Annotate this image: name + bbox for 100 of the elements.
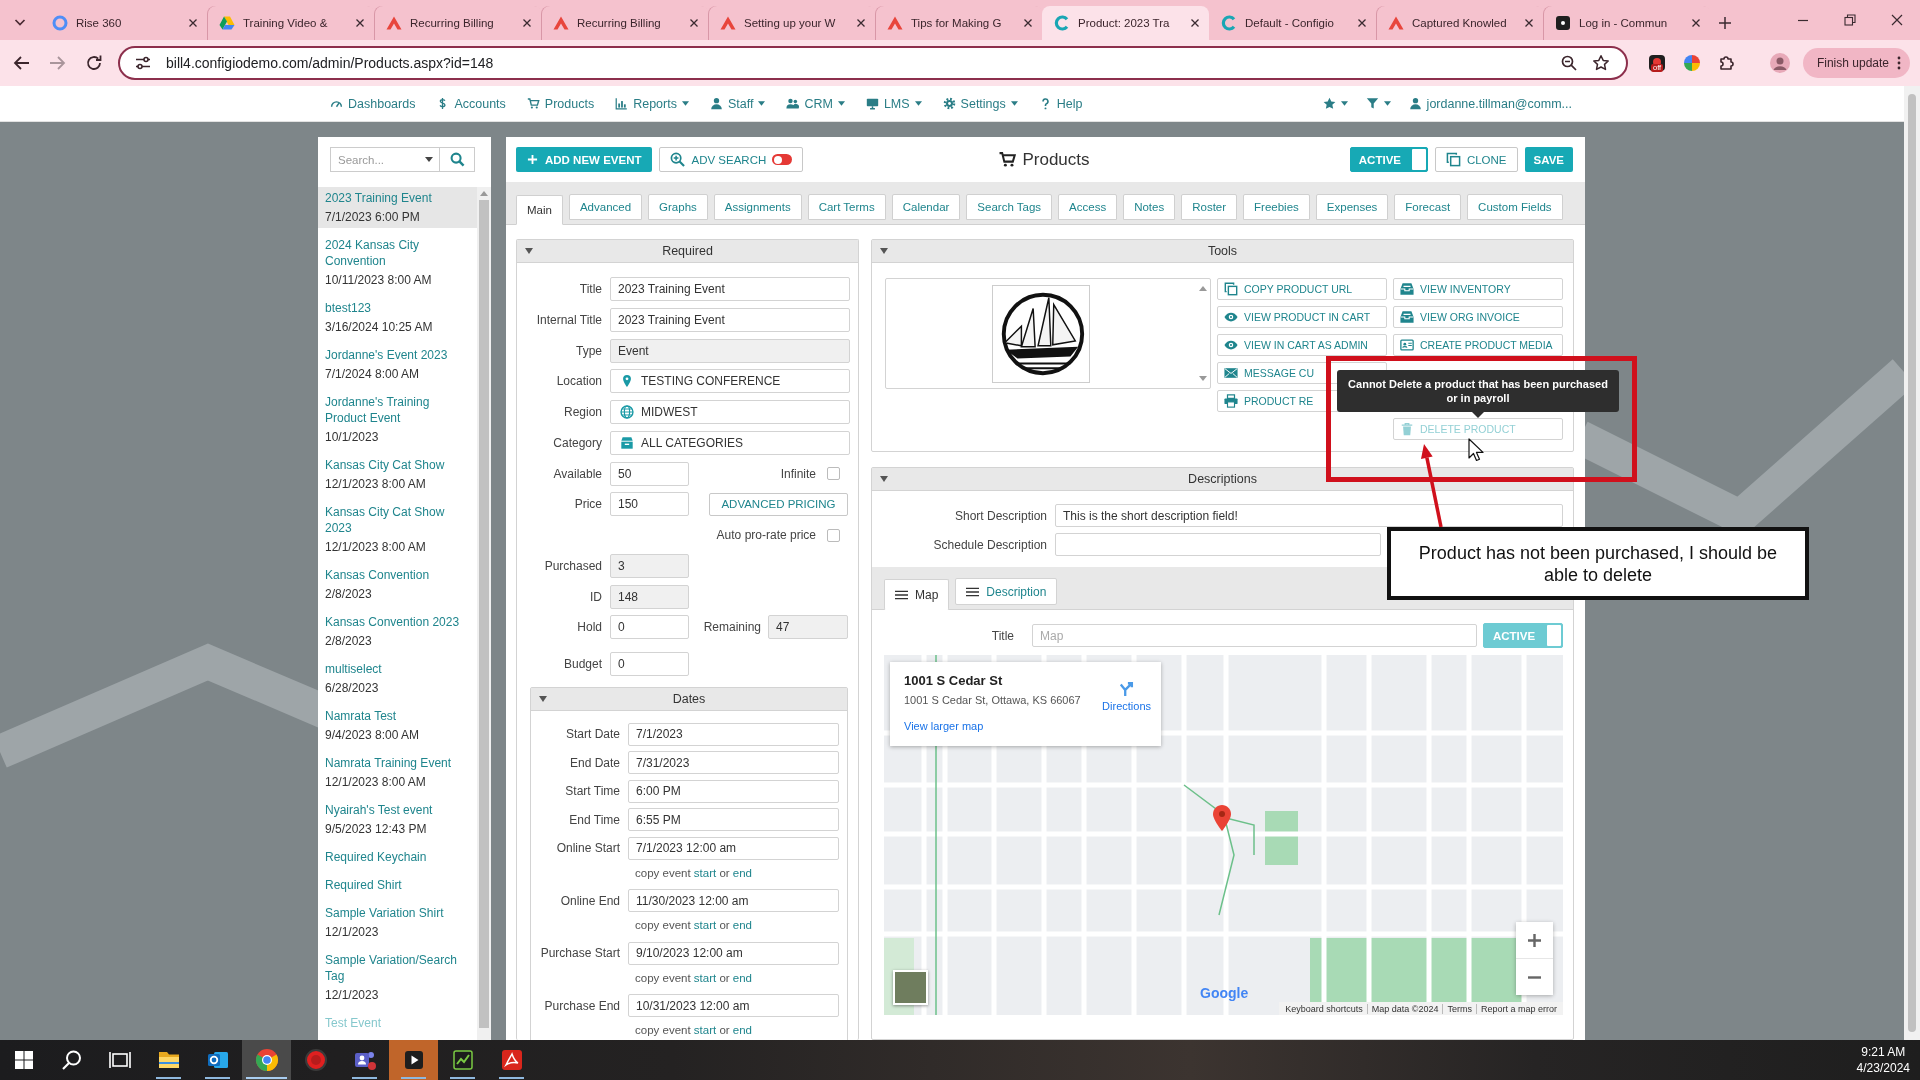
nav-link[interactable]: Help — [1038, 96, 1083, 111]
advanced-pricing-button[interactable]: ADVANCED PRICING — [709, 492, 848, 516]
picker-field[interactable]: TESTING CONFERENCE — [610, 369, 850, 394]
event-list-item[interactable]: 2023 Training Event 7/1/2023 6:00 PM — [318, 187, 477, 228]
date-field[interactable]: 6:00 PM — [628, 779, 839, 803]
finish-update-button[interactable]: Finish update — [1802, 48, 1910, 78]
number-field[interactable]: 0 — [610, 615, 689, 640]
editor-tab[interactable]: Advanced — [568, 194, 643, 220]
text-field[interactable]: Map — [1032, 624, 1477, 647]
avatar-icon[interactable] — [1770, 53, 1790, 73]
address-bar[interactable]: bill4.configiodemo.com/admin/Products.aspx?id=148 — [118, 46, 1628, 80]
date-field[interactable]: 7/31/2023 — [628, 751, 839, 775]
number-field[interactable]: 148 — [610, 584, 689, 609]
map-attribution-link[interactable]: Terms — [1442, 1003, 1476, 1014]
browser-tab[interactable]: Rise 360 — [40, 6, 207, 40]
tool-button[interactable]: CREATE PRODUCT MEDIA — [1393, 334, 1563, 356]
start-link[interactable]: start — [693, 866, 717, 879]
search-field[interactable]: Search... — [330, 147, 440, 172]
tool-button[interactable]: VIEW ORG INVOICE — [1393, 306, 1563, 328]
picker-field[interactable]: ALL CATEGORIES — [610, 430, 850, 455]
windows-start-icon[interactable] — [12, 1048, 36, 1072]
map-attribution-link[interactable]: Report a map error — [1475, 1003, 1561, 1014]
number-field[interactable]: 0 — [610, 652, 689, 676]
number-field[interactable]: 150 — [610, 492, 689, 517]
checkbox[interactable] — [827, 528, 840, 542]
caret-icon[interactable] — [425, 157, 433, 162]
event-list-item[interactable]: Kansas City Cat Show 12/1/2023 8:00 AM — [318, 454, 477, 495]
taskbar-app-button[interactable] — [242, 1040, 291, 1080]
browser-tab[interactable]: Product: 2023 Tra — [1042, 6, 1209, 40]
end-link[interactable]: end — [732, 866, 752, 879]
text-field[interactable]: This is the short description field! — [1055, 504, 1563, 527]
end-link[interactable]: end — [732, 919, 752, 932]
close-icon[interactable] — [1190, 18, 1200, 28]
event-list-item[interactable]: Kansas City Cat Show 2023 12/1/2023 8:00 AM — [318, 501, 477, 558]
editor-tab[interactable]: Cart Terms — [807, 194, 886, 220]
map-attribution-link[interactable]: Keyboard shortcuts — [1281, 1003, 1367, 1014]
tune-icon[interactable] — [134, 54, 152, 72]
nav-link[interactable]: Accounts — [436, 96, 506, 111]
text-field[interactable]: 2023 Training Event — [610, 307, 850, 332]
close-icon[interactable] — [856, 18, 866, 28]
close-icon[interactable] — [355, 18, 365, 28]
number-field[interactable]: 47 — [768, 615, 848, 640]
browser-tab[interactable]: Recurring Billing — [541, 6, 708, 40]
close-icon[interactable] — [188, 18, 198, 28]
editor-tab[interactable]: Expenses — [1315, 194, 1389, 220]
nav-link[interactable]: Settings — [942, 96, 1018, 111]
nav-link[interactable]: Reports — [615, 96, 689, 111]
start-link[interactable]: start — [693, 971, 717, 984]
browser-tab[interactable]: Training Video & — [207, 6, 374, 40]
clone-button[interactable]: CLONE — [1434, 147, 1518, 172]
content-tab[interactable]: Description — [955, 578, 1058, 605]
checkbox[interactable] — [827, 467, 840, 480]
close-icon[interactable] — [1023, 18, 1033, 28]
search-icon[interactable] — [60, 1048, 84, 1072]
text-field[interactable] — [1055, 533, 1381, 556]
number-field[interactable]: 50 — [610, 461, 689, 486]
picker-field[interactable]: MIDWEST — [610, 400, 850, 424]
scrollbar[interactable] — [1904, 86, 1920, 1040]
user-menu-link[interactable]: jordanne.tillman@comm... — [1408, 96, 1572, 111]
view-larger-map-link[interactable]: View larger map — [904, 720, 984, 732]
editor-tab[interactable]: Main — [516, 195, 563, 225]
nav-link[interactable]: CRM — [786, 96, 845, 111]
tool-button[interactable]: VIEW PRODUCT IN CART — [1217, 306, 1387, 328]
number-field[interactable]: 3 — [610, 553, 689, 578]
map-attribution-link[interactable]: Map data ©2024 — [1366, 1003, 1443, 1014]
reload-icon[interactable] — [84, 53, 104, 73]
collapse-caret-icon[interactable] — [539, 695, 547, 702]
event-list-item[interactable]: Namrata Test 9/4/2023 8:00 AM — [318, 705, 477, 746]
zoom-in-button[interactable] — [1516, 922, 1553, 958]
directions-link[interactable]: Directions — [1102, 681, 1151, 746]
new-tab-icon[interactable] — [1718, 16, 1732, 30]
satellite-thumbnail[interactable] — [893, 970, 928, 1005]
start-link[interactable]: start — [693, 1024, 717, 1037]
nav-link[interactable]: Dashboards — [330, 96, 416, 111]
editor-tab[interactable]: Forecast — [1394, 194, 1462, 220]
event-list-item[interactable]: Namrata Training Event 12/1/2023 8:00 AM — [318, 752, 477, 793]
editor-tab[interactable]: Freebies — [1243, 194, 1310, 220]
toggle-icon[interactable] — [772, 154, 793, 165]
event-list-item[interactable]: Sample Variation/Search Tag 12/1/2023 — [318, 949, 477, 1006]
browser-tab[interactable]: Setting up your W — [708, 6, 875, 40]
event-list-item[interactable]: btest123 3/16/2024 10:25 AM — [318, 297, 477, 338]
event-list-item[interactable]: multiselect 6/28/2023 — [318, 658, 477, 699]
browser-tab[interactable]: Tips for Making G — [875, 6, 1042, 40]
scrollbar[interactable] — [477, 187, 491, 1040]
filter-menu[interactable] — [1365, 97, 1391, 110]
browser-tab[interactable]: Recurring Billing — [374, 6, 541, 40]
advanced-search-button[interactable]: ADV SEARCH — [659, 147, 804, 172]
text-field[interactable]: 2023 Training Event — [610, 277, 850, 301]
editor-tab[interactable]: Roster — [1181, 194, 1238, 220]
event-list-item[interactable]: 2024 Kansas City Convention 10/11/2023 8:00 AM — [318, 234, 477, 291]
date-field[interactable]: 7/1/2023 12:00 am — [628, 836, 839, 860]
scroll-up-icon[interactable] — [1199, 286, 1207, 291]
restore-icon[interactable] — [1844, 14, 1856, 26]
browser-tab[interactable]: Log in - Commun — [1543, 6, 1710, 40]
nav-link[interactable]: Products — [526, 96, 595, 111]
collapse-caret-icon[interactable] — [880, 248, 888, 254]
puzzle-icon[interactable] — [1718, 54, 1736, 72]
close-icon[interactable] — [689, 18, 699, 28]
close-icon[interactable] — [1357, 18, 1367, 28]
star-icon[interactable] — [1592, 54, 1610, 72]
